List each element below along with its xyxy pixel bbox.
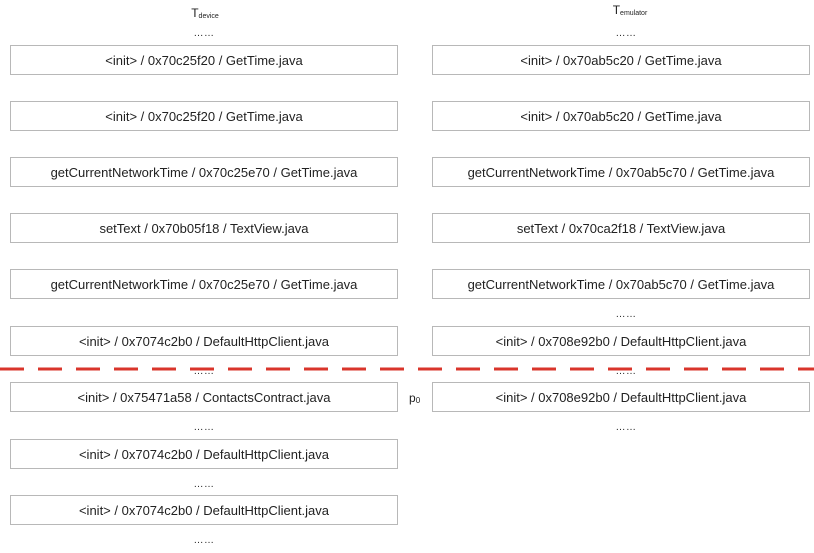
divergence-dashed-line bbox=[0, 367, 814, 371]
